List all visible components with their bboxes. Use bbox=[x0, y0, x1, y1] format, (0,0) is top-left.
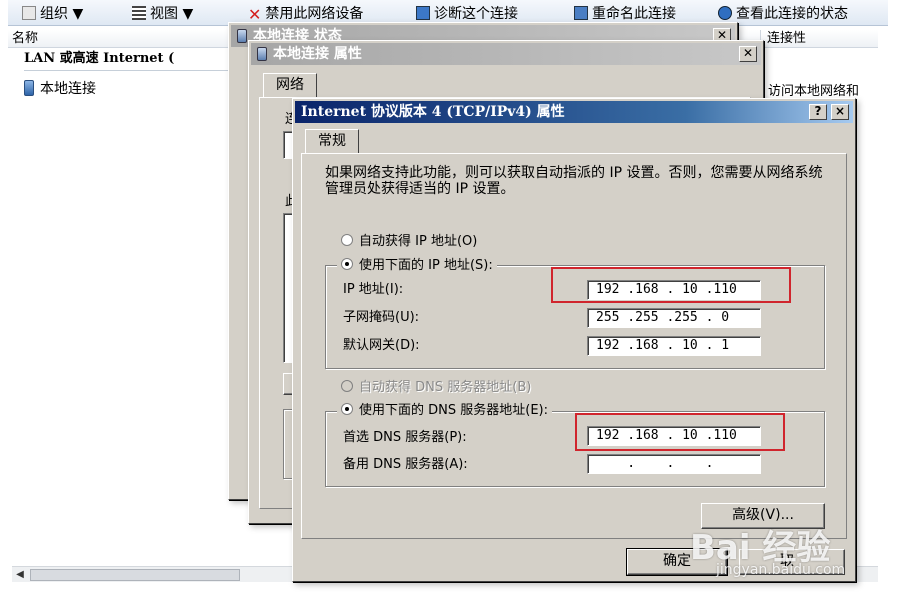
connectivity-text: 访问本地网络和 bbox=[768, 84, 860, 99]
ipv4-properties-dialog: Internet 协议版本 4 (TCP/IPv4) 属性 ? × 常规 如果网… bbox=[292, 98, 856, 582]
baidu-watermark-url: jingyan.baidu.com bbox=[716, 562, 846, 578]
views-menu[interactable]: 视图 ▼ bbox=[132, 4, 193, 24]
ipv4-title: Internet 协议版本 4 (TCP/IPv4) 属性 bbox=[301, 104, 565, 120]
tab-network[interactable]: 网络 bbox=[263, 73, 317, 97]
ip-address-label: IP 地址(I): bbox=[343, 282, 404, 297]
description-text: 如果网络支持此功能，则可以获取自动指派的 IP 设置。否则，您需要从网络系统管理… bbox=[325, 165, 823, 197]
scroll-left-icon[interactable]: ◀ bbox=[14, 569, 26, 581]
ip-address-highlight bbox=[551, 267, 791, 303]
rename-icon bbox=[574, 6, 588, 20]
group-divider bbox=[24, 70, 244, 71]
manual-ip-radio[interactable]: 使用下面的 IP 地址(S): bbox=[337, 257, 497, 275]
column-name[interactable]: 名称 bbox=[12, 30, 38, 48]
list-item-local-connection[interactable]: 本地连接 bbox=[24, 78, 96, 100]
network-adapter-icon bbox=[24, 80, 34, 96]
properties-title: 本地连接 属性 bbox=[273, 46, 362, 62]
diagnose-icon bbox=[416, 6, 430, 20]
radio-disabled-icon bbox=[341, 380, 353, 392]
rename-button[interactable]: 重命名此连接 bbox=[574, 4, 676, 24]
organize-icon bbox=[22, 6, 36, 20]
auto-ip-radio[interactable]: 自动获得 IP 地址(O) bbox=[341, 233, 477, 251]
properties-titlebar: 本地连接 属性 ✕ bbox=[251, 43, 761, 65]
scroll-thumb[interactable] bbox=[30, 569, 240, 581]
diagnose-button[interactable]: 诊断这个连接 bbox=[416, 4, 518, 24]
subnet-mask-field[interactable]: 255 .255 .255 . 0 bbox=[587, 308, 761, 328]
default-gateway-field[interactable]: 192 .168 . 10 . 1 bbox=[587, 336, 761, 356]
radio-checked-icon bbox=[341, 403, 353, 415]
tab-general[interactable]: 常规 bbox=[305, 129, 359, 153]
connection-icon bbox=[237, 29, 247, 43]
status-icon bbox=[718, 6, 732, 20]
properties-close-button[interactable]: ✕ bbox=[739, 46, 757, 62]
ipv4-titlebar: Internet 协议版本 4 (TCP/IPv4) 属性 ? × bbox=[295, 101, 853, 123]
auto-dns-radio: 自动获得 DNS 服务器地址(B) bbox=[341, 379, 531, 397]
alternate-dns-field[interactable]: . . . bbox=[587, 454, 761, 474]
red-x-icon: ✕ bbox=[248, 5, 262, 24]
connection-icon bbox=[257, 47, 267, 61]
subnet-mask-label: 子网掩码(U): bbox=[343, 310, 420, 325]
views-icon bbox=[132, 6, 146, 20]
organize-menu[interactable]: 组织 ▼ bbox=[22, 4, 83, 24]
view-status-button[interactable]: 查看此连接的状态 bbox=[718, 4, 848, 24]
help-button[interactable]: ? bbox=[809, 104, 827, 120]
group-header: LAN 或高速 Internet ( bbox=[24, 51, 175, 66]
preferred-dns-highlight bbox=[575, 413, 785, 451]
default-gateway-label: 默认网关(D): bbox=[343, 338, 420, 353]
column-connectivity[interactable]: 连接性 bbox=[760, 30, 806, 48]
alternate-dns-label: 备用 DNS 服务器(A): bbox=[343, 457, 468, 472]
manual-dns-radio[interactable]: 使用下面的 DNS 服务器地址(E): bbox=[337, 402, 552, 420]
radio-unchecked-icon bbox=[341, 234, 353, 246]
preferred-dns-label: 首选 DNS 服务器(P): bbox=[343, 430, 467, 445]
radio-checked-icon bbox=[341, 258, 353, 270]
close-button[interactable]: × bbox=[831, 104, 849, 120]
disable-device-button[interactable]: ✕ 禁用此网络设备 bbox=[248, 4, 363, 24]
